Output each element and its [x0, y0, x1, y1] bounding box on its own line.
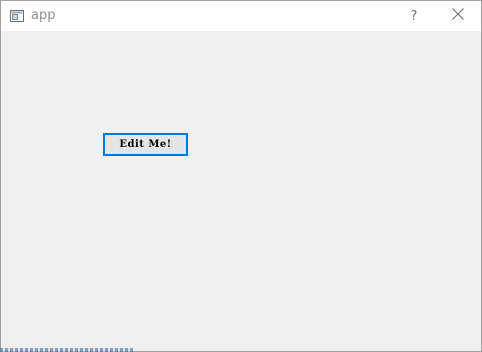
- edit-me-label: Edit Me!: [119, 139, 172, 150]
- main-content: Edit Me!: [1, 31, 481, 351]
- help-icon: ?: [410, 8, 418, 24]
- help-button[interactable]: ?: [391, 1, 437, 31]
- window-title: app: [31, 8, 56, 23]
- title-bar[interactable]: app ?: [1, 1, 481, 31]
- close-icon: [452, 7, 464, 25]
- close-button[interactable]: [435, 1, 481, 31]
- app-window: app ? Edit Me!: [0, 0, 482, 352]
- app-window-icon: [10, 9, 24, 22]
- bottom-edge-artifact: [0, 348, 133, 352]
- edit-me-button[interactable]: Edit Me!: [103, 133, 188, 156]
